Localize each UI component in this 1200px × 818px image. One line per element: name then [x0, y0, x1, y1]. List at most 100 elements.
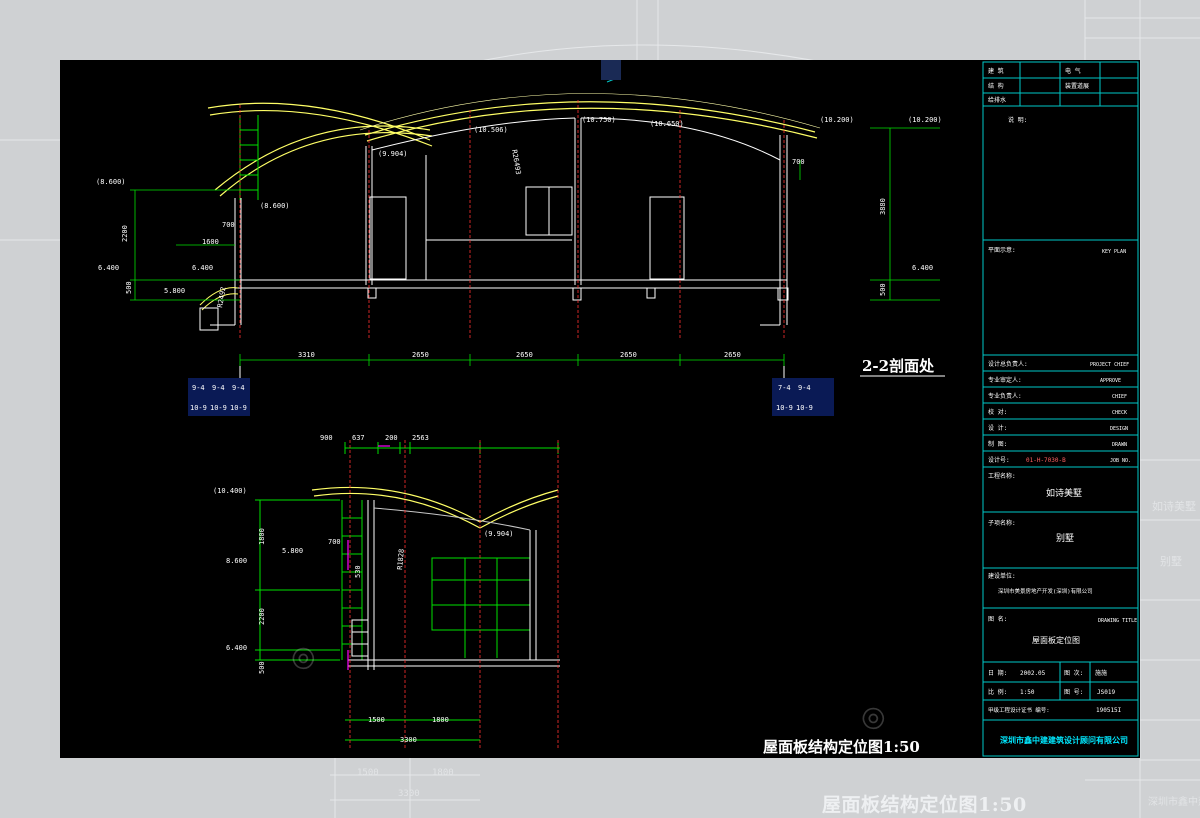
detail-dim-700: 700	[328, 538, 341, 546]
elev-8600-left: (8.600)	[96, 178, 126, 186]
tb-staff-en-4: DESIGN	[1110, 426, 1128, 432]
detail-radius: R1828	[396, 548, 406, 570]
tb-jobno-en: JOB NO.	[1110, 458, 1131, 464]
tb-phase: 施施	[1095, 669, 1107, 677]
detail-walls	[348, 500, 560, 670]
tb-sheet-no: JS019	[1097, 689, 1115, 696]
axis-left-1: 9-4	[192, 384, 205, 392]
dim-2650-d: 2650	[724, 351, 741, 359]
roof-plan-detail: 900 637 200 2563 (10.400) (9.904) 8.600 …	[213, 434, 920, 756]
tb-staff-cn-1: 专业审定人:	[988, 376, 1022, 384]
ghost-dim-3300: 3300	[398, 789, 420, 799]
ghost-dim-1800: 1800	[432, 768, 454, 778]
detail-roof	[311, 486, 559, 529]
tb-scale: 1:50	[1020, 689, 1035, 696]
tb-staff-en-2: CHIEF	[1112, 394, 1127, 400]
detail-elev-5800: 5.800	[282, 547, 303, 555]
dim-1600: 1600	[202, 238, 219, 246]
ghost-firm: 深圳市鑫中建建筑设计顾	[1148, 795, 1200, 808]
detail-red-axes	[349, 440, 559, 750]
detail-dim-900: 900	[320, 434, 333, 442]
section-red-axes	[239, 100, 785, 340]
dim-2650-b: 2650	[516, 351, 533, 359]
detail-dim-1800-h: 1800	[432, 716, 449, 724]
axis-left-6: 10-9	[230, 404, 247, 412]
section-roof	[207, 93, 821, 197]
dim-700-right: 700	[792, 158, 805, 166]
tb-drawing-title: 屋面板定位图	[1032, 635, 1080, 645]
detail-dim-2563: 2563	[412, 434, 429, 442]
radius-r26493: R26493	[510, 149, 522, 175]
dim-500-left: 500	[125, 281, 133, 294]
roof-plan-title: 屋面板结构定位图1:50	[763, 738, 920, 756]
dim-700-left: 700	[222, 221, 235, 229]
section-2-2: (8.600) (10.200) (10.200) (10.506) (10.7…	[96, 60, 945, 416]
elev-10506: (10.506)	[474, 126, 508, 134]
detail-elev-6400: 6.400	[226, 644, 247, 652]
axis-left-3: 9-4	[232, 384, 245, 392]
detail-dim-3300: 3300	[400, 736, 417, 744]
tb-row2-a: 结 构	[988, 82, 1004, 90]
dim-3310: 3310	[298, 351, 315, 359]
tb-sheet-label: 图 号:	[1064, 689, 1083, 696]
section-top-marker	[601, 60, 621, 80]
axis-right-3: 10-9	[776, 404, 793, 412]
radius-r2492: R2492	[216, 286, 228, 308]
elev-10200-a: (10.200)	[820, 116, 854, 124]
ghost-subproject: 别墅	[1160, 555, 1182, 568]
ghost-drawing-title: 屋面板结构定位图1:50	[822, 794, 1027, 816]
tb-row1-b: 电 气	[1065, 67, 1081, 75]
elev-8600-b: (8.600)	[260, 202, 290, 210]
ghost-dim-1500: 1500	[357, 768, 379, 778]
section-axis-tags: 9-4 9-4 9-4 10-9 10-9 10-9 7-4 9-4 10-9 …	[188, 366, 834, 416]
tb-keyplan-label: 平面示意:	[988, 246, 1016, 254]
tb-subproject-name: 别墅	[1056, 533, 1074, 544]
tb-staff-cn-4: 设 计:	[988, 424, 1007, 432]
dim-2650-c: 2650	[620, 351, 637, 359]
detail-dim-2200-v: 2200	[258, 608, 266, 625]
tb-staff-cn-5: 制 图:	[988, 440, 1007, 448]
tb-subproject-label: 子项名称:	[988, 519, 1016, 527]
elev-6400-mid: 6.400	[192, 264, 213, 272]
tb-keyplan-en: KEY PLAN	[1102, 249, 1126, 255]
tb-staff-en-1: APPROVE	[1100, 378, 1121, 384]
tb-project-name: 如诗美墅	[1046, 487, 1082, 499]
tb-jobno: 01-H-7030-B	[1026, 457, 1066, 464]
axis-right-1: 7-4	[778, 384, 791, 392]
elev-10750: (10.750)	[582, 116, 616, 124]
tb-staff-en-3: CHECK	[1112, 410, 1127, 416]
tb-staff-en-5: DRAWN	[1112, 442, 1127, 448]
title-block: 建 筑 电 气 结 构 装置道展 给排水 说 明: 平面示意: KEY PLAN…	[982, 61, 1139, 757]
axis-right-4: 10-9	[796, 404, 813, 412]
tb-cert-label: 甲级工程设计证书 编号:	[988, 706, 1050, 714]
cad-sheet: (8.600) (10.200) (10.200) (10.506) (10.7…	[60, 60, 1140, 758]
axis-left-4: 10-9	[190, 404, 207, 412]
cad-drawing: (8.600) (10.200) (10.200) (10.506) (10.7…	[96, 60, 1139, 757]
ghost-project: 如诗美墅	[1152, 499, 1196, 513]
detail-dim-530: 530	[354, 565, 362, 578]
tb-phase-label: 图 次:	[1064, 669, 1083, 677]
tb-date: 2002.05	[1020, 670, 1046, 677]
tb-staff-cn-0: 设计总负责人:	[988, 360, 1028, 368]
detail-elev-9904: (9.904)	[484, 530, 514, 538]
detail-dim-1800-v: 1800	[258, 528, 266, 545]
tb-drawing-en: DRAWING TITLE	[1098, 618, 1137, 624]
tb-scale-label: 比 例:	[988, 688, 1007, 696]
detail-elev-8600: 8.600	[226, 557, 247, 565]
detail-green-frames	[255, 442, 560, 741]
elev-10200-b: (10.200)	[908, 116, 942, 124]
dim-2650-a: 2650	[412, 351, 429, 359]
tb-row1-a: 建 筑	[988, 67, 1004, 75]
section-title: 2-2剖面处	[862, 357, 935, 375]
tb-row2-b: 装置道展	[1065, 82, 1089, 90]
detail-dim-637: 637	[352, 434, 365, 442]
section-left-rail	[239, 115, 259, 200]
elev-5800: 5.800	[164, 287, 185, 295]
tb-staff-cn-2: 专业负责人:	[988, 392, 1022, 400]
axis-right-2: 9-4	[798, 384, 811, 392]
detail-magenta-marks	[347, 445, 390, 670]
dim-500-right: 500	[879, 283, 887, 296]
detail-dim-1500: 1500	[368, 716, 385, 724]
tb-client-name: 深圳市美景房地产开发(深圳)有限公司	[998, 587, 1093, 595]
tb-firm: 深圳市鑫中建建筑设计顾问有限公司	[1000, 735, 1128, 745]
